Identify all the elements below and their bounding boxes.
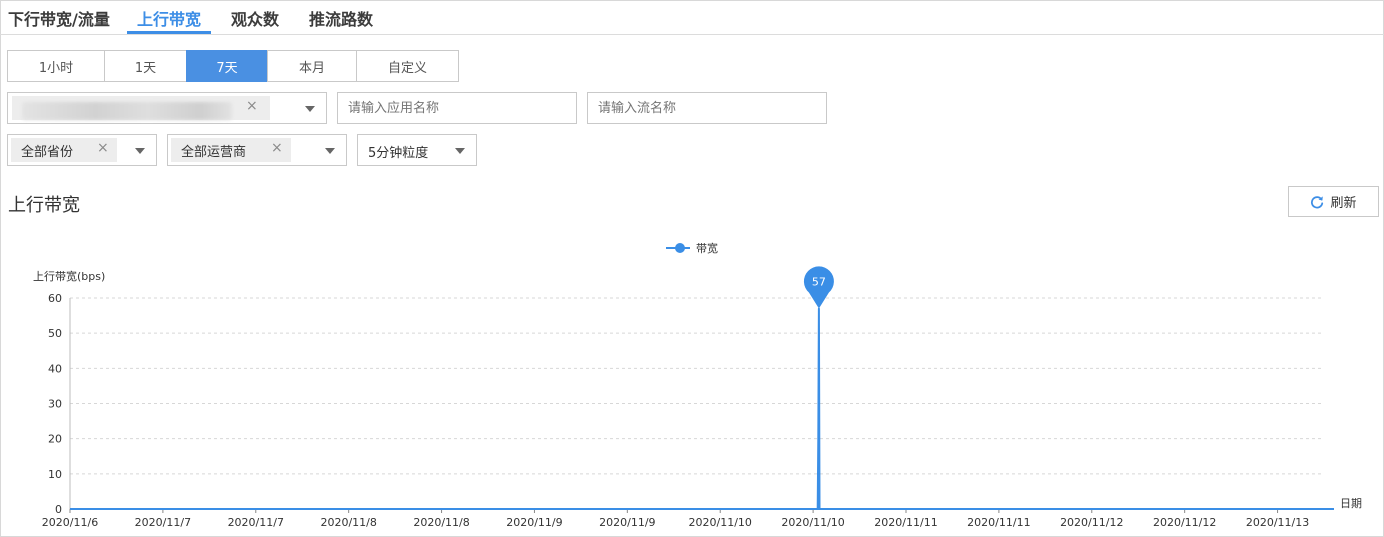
refresh-icon: [1311, 195, 1324, 208]
x-tick-label: 2020/11/8: [413, 516, 469, 529]
range-1day-button[interactable]: 1天: [104, 50, 187, 82]
y-tick-label: 10: [48, 468, 62, 481]
legend-marker: [675, 243, 685, 253]
y-axis-label: 上行带宽(bps): [33, 269, 105, 283]
domain-tag: ×: [12, 96, 270, 120]
x-tick-label: 2020/11/12: [1060, 516, 1123, 529]
isp-select[interactable]: 全部运营商 ×: [167, 134, 347, 166]
y-tick-label: 50: [48, 327, 62, 340]
tab-downlink-bandwidth[interactable]: 下行带宽/流量: [8, 6, 110, 30]
x-tick-label: 2020/11/6: [42, 516, 98, 529]
range-custom-button[interactable]: 自定义: [356, 50, 459, 82]
x-tick-label: 2020/11/8: [320, 516, 376, 529]
uplink-bandwidth-chart: 带宽上行带宽(bps) 0 10 20 30 40 50 60 2020/11/6 2020/11…: [33, 241, 1362, 529]
y-tick-label: 40: [48, 362, 62, 375]
tab-push-streams[interactable]: 推流路数: [309, 6, 373, 30]
province-tag-label: 全部省份: [21, 144, 74, 160]
isp-tag: 全部运营商 ×: [171, 138, 291, 162]
remove-isp-icon[interactable]: ×: [271, 140, 283, 156]
series-line-bandwidth: [70, 307, 1324, 510]
isp-tag-label: 全部运营商: [181, 144, 247, 160]
x-tick-label: 2020/11/9: [506, 516, 562, 529]
province-select[interactable]: 全部省份 ×: [7, 134, 157, 166]
y-tick-label: 20: [48, 433, 62, 446]
x-axis-label: 日期: [1340, 497, 1362, 510]
x-tick-label: 2020/11/11: [967, 516, 1030, 529]
tab-bar: 下行带宽/流量 上行带宽 观众数 推流路数: [0, 0, 1384, 35]
domain-select[interactable]: ×: [7, 92, 327, 124]
y-tick-label: 0: [55, 503, 62, 516]
chevron-down-icon[interactable]: [305, 106, 315, 112]
refresh-button[interactable]: 刷新: [1288, 186, 1379, 217]
stream-name-input[interactable]: [587, 92, 827, 124]
max-value-label: 57: [812, 276, 826, 289]
section-title: 上行带宽: [8, 195, 80, 216]
x-tick-label: 2020/11/7: [228, 516, 284, 529]
app-name-input[interactable]: [337, 92, 577, 124]
redacted-domain: [22, 102, 232, 120]
x-tick-label: 2020/11/12: [1153, 516, 1216, 529]
legend-label: 带宽: [696, 241, 718, 255]
x-tick-label: 2020/11/7: [135, 516, 191, 529]
x-tick-label: 2020/11/10: [781, 516, 844, 529]
tab-viewers[interactable]: 观众数: [231, 6, 279, 30]
x-tick-label: 2020/11/11: [874, 516, 937, 529]
x-tick-label: 2020/11/9: [599, 516, 655, 529]
remove-province-icon[interactable]: ×: [97, 140, 109, 156]
chevron-down-icon[interactable]: [325, 148, 335, 154]
province-tag: 全部省份 ×: [11, 138, 117, 162]
range-7days-button[interactable]: 7天: [186, 50, 268, 82]
x-tick-label: 2020/11/13: [1246, 516, 1309, 529]
y-tick-label: 30: [48, 398, 62, 411]
refresh-label: 刷新: [1330, 196, 1357, 211]
y-tick-label: 60: [48, 292, 62, 305]
chevron-down-icon[interactable]: [455, 148, 465, 154]
granularity-select[interactable]: 5分钟粒度: [357, 134, 477, 166]
remove-domain-icon[interactable]: ×: [246, 98, 258, 114]
range-1hour-button[interactable]: 1小时: [7, 50, 105, 82]
active-tab-indicator: [127, 31, 211, 34]
chevron-down-icon[interactable]: [135, 148, 145, 154]
range-this-month-button[interactable]: 本月: [267, 50, 357, 82]
granularity-value: 5分钟粒度: [368, 146, 429, 161]
x-tick-label: 2020/11/10: [689, 516, 752, 529]
tab-uplink-bandwidth[interactable]: 上行带宽: [137, 6, 201, 30]
